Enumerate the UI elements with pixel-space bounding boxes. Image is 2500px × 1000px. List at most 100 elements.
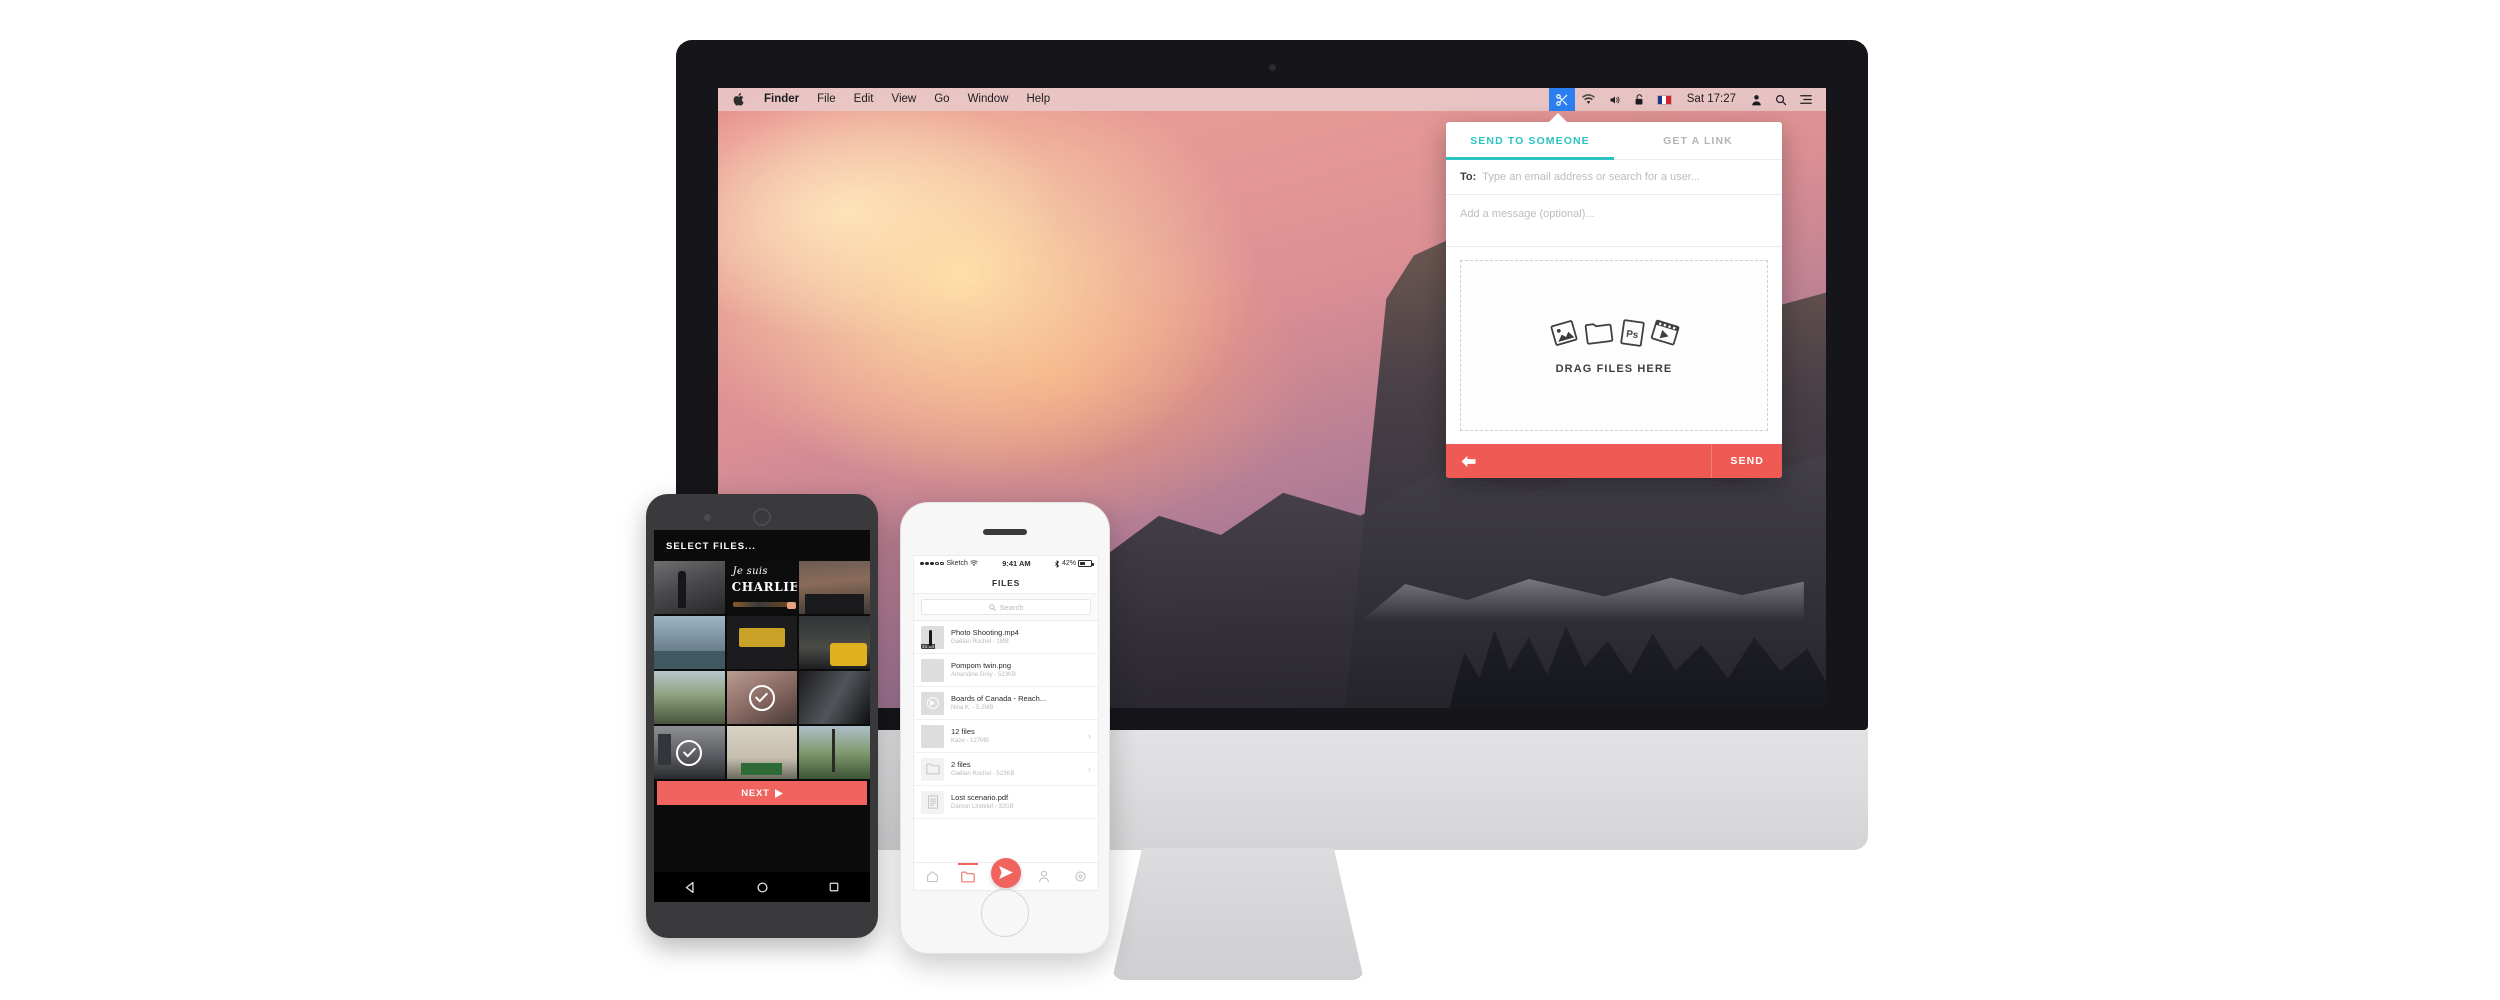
tile-text-line1: Je suis bbox=[732, 566, 768, 577]
android-sensor-icon bbox=[704, 514, 711, 521]
list-item[interactable]: 2 files Gaëtan Rochel - 523KB › bbox=[914, 753, 1098, 786]
tab-files[interactable] bbox=[955, 862, 981, 891]
list-item[interactable]: Boards of Canada - Reach... Nina K. - 5.… bbox=[914, 687, 1098, 720]
iphone-nav-title: FILES bbox=[914, 572, 1098, 594]
message-input[interactable]: Add a message (optional)... bbox=[1446, 195, 1782, 247]
photo-tile[interactable] bbox=[726, 726, 798, 779]
tab-profile[interactable] bbox=[1031, 863, 1057, 891]
photo-tile-selected[interactable] bbox=[654, 726, 725, 779]
photo-tile-selected[interactable] bbox=[726, 671, 798, 724]
folder-icon bbox=[961, 871, 975, 882]
list-item[interactable]: Lost scenario.pdf Damon Lindelof - 32GB bbox=[914, 786, 1098, 819]
android-navbar[interactable] bbox=[654, 872, 870, 902]
menubar-item-view[interactable]: View bbox=[883, 88, 926, 111]
photo-tile[interactable] bbox=[654, 671, 725, 724]
file-subtitle: Kaze - 127MB bbox=[951, 738, 990, 745]
home-icon bbox=[926, 871, 938, 883]
file-subtitle: Gaëtan Rochel - 523KB bbox=[951, 771, 1015, 778]
file-subtitle: Damon Lindelof - 32GB bbox=[951, 804, 1014, 811]
iphone-status-bar: Sketch 9:41 AM 42% bbox=[914, 556, 1098, 572]
menubar-item-edit[interactable]: Edit bbox=[845, 88, 883, 111]
recipient-field-row[interactable]: To: Type an email address or search for … bbox=[1446, 160, 1782, 195]
tab-home[interactable] bbox=[919, 863, 945, 891]
file-thumbnail bbox=[921, 691, 944, 715]
tab-get-a-link[interactable]: GET A LINK bbox=[1614, 122, 1782, 159]
volume-icon[interactable] bbox=[1602, 88, 1627, 111]
search-bar-container[interactable]: Search bbox=[914, 594, 1098, 621]
battery-indicator: 42% bbox=[1055, 559, 1094, 568]
list-item[interactable]: 31:04 Photo Shooting.mp4 Gaëtan Rochel -… bbox=[914, 621, 1098, 654]
file-meta: Lost scenario.pdf Damon Lindelof - 32GB bbox=[951, 793, 1091, 811]
list-item[interactable]: Pompom twin.png Amandine Grey - 523KB bbox=[914, 654, 1098, 687]
user-icon[interactable] bbox=[1745, 88, 1768, 111]
share-popover[interactable]: SEND TO SOMEONE GET A LINK To: Type an e… bbox=[1446, 113, 1782, 478]
imac-stand bbox=[1112, 848, 1364, 980]
imac-camera-icon bbox=[1268, 64, 1276, 71]
tab-settings[interactable] bbox=[1067, 863, 1093, 891]
back-triangle-icon[interactable] bbox=[684, 881, 697, 894]
svg-text:Ps: Ps bbox=[1625, 328, 1639, 341]
dropzone[interactable]: Ps DRAG FILES HERE bbox=[1460, 260, 1768, 431]
menubar-item-file[interactable]: File bbox=[808, 88, 845, 111]
macos-menubar[interactable]: Finder File Edit View Go Window Help Sat… bbox=[718, 88, 1826, 111]
menubar-item-window[interactable]: Window bbox=[959, 88, 1018, 111]
menubar-item-help[interactable]: Help bbox=[1017, 88, 1059, 111]
chevron-right-icon: › bbox=[1088, 731, 1091, 741]
next-button-label: NEXT bbox=[741, 787, 770, 799]
status-time: 9:41 AM bbox=[1002, 559, 1031, 568]
dropzone-icons: Ps bbox=[1549, 317, 1680, 349]
android-display: SELECT FILES... Je suis CHARLIE NEXT bbox=[654, 530, 870, 902]
file-subtitle: Amandine Grey - 523KB bbox=[951, 672, 1017, 679]
search-icon[interactable] bbox=[1769, 88, 1793, 111]
check-icon bbox=[676, 739, 703, 766]
android-bezel: SELECT FILES... Je suis CHARLIE NEXT bbox=[646, 494, 878, 938]
next-button[interactable]: NEXT bbox=[657, 781, 867, 805]
android-device: SELECT FILES... Je suis CHARLIE NEXT bbox=[646, 494, 878, 938]
apple-icon[interactable] bbox=[732, 92, 746, 107]
home-circle-icon[interactable] bbox=[756, 881, 769, 894]
photo-grid[interactable]: Je suis CHARLIE bbox=[654, 561, 870, 779]
iphone-tabbar[interactable] bbox=[914, 857, 1098, 891]
menubar-clock[interactable]: Sat 17:27 bbox=[1679, 88, 1744, 111]
photo-tile[interactable]: Je suis CHARLIE bbox=[726, 561, 798, 614]
wifi-icon[interactable] bbox=[1576, 88, 1601, 111]
menubar-item-finder[interactable]: Finder bbox=[755, 88, 808, 111]
battery-icon bbox=[1078, 560, 1094, 567]
iphone-display: Sketch 9:41 AM 42% FILES Search 31:04 Ph… bbox=[913, 555, 1099, 891]
file-thumbnail bbox=[921, 724, 944, 748]
photo-tile[interactable] bbox=[799, 726, 870, 779]
file-list[interactable]: 31:04 Photo Shooting.mp4 Gaëtan Rochel -… bbox=[914, 621, 1098, 819]
send-button[interactable]: SEND bbox=[1711, 444, 1782, 478]
recipient-input[interactable]: Type an email address or search for a us… bbox=[1482, 171, 1700, 183]
recents-square-icon[interactable] bbox=[828, 881, 840, 893]
search-input[interactable]: Search bbox=[921, 599, 1091, 615]
file-subtitle: Nina K. - 5.2MB bbox=[951, 705, 994, 712]
lock-icon[interactable] bbox=[1628, 88, 1650, 111]
battery-percent: 42% bbox=[1061, 560, 1076, 567]
menubar-status-area[interactable]: Sat 17:27 bbox=[1548, 88, 1818, 111]
notification-center-icon[interactable] bbox=[1794, 88, 1818, 111]
scissors-icon[interactable] bbox=[1548, 88, 1575, 111]
file-thumbnail bbox=[921, 790, 944, 814]
wifi-icon bbox=[969, 560, 978, 567]
photo-tile[interactable] bbox=[654, 616, 725, 669]
chevron-right-icon: › bbox=[1088, 764, 1091, 774]
back-arrow-icon[interactable] bbox=[1446, 455, 1491, 468]
photo-tile[interactable] bbox=[799, 616, 870, 669]
photo-tile[interactable] bbox=[799, 671, 870, 724]
menubar-item-go[interactable]: Go bbox=[925, 88, 958, 111]
gear-icon bbox=[1074, 871, 1086, 882]
french-flag-icon[interactable] bbox=[1651, 88, 1678, 111]
image-file-icon bbox=[1550, 319, 1577, 346]
photo-tile[interactable] bbox=[726, 616, 798, 669]
send-fab-button[interactable] bbox=[991, 857, 1021, 888]
play-arrow-icon bbox=[774, 788, 783, 798]
iphone-home-button[interactable] bbox=[981, 889, 1029, 937]
photo-tile[interactable] bbox=[654, 561, 725, 614]
list-item[interactable]: 12 files Kaze - 127MB › bbox=[914, 720, 1098, 753]
photo-tile[interactable] bbox=[799, 561, 870, 614]
video-duration-badge: 31:04 bbox=[921, 643, 936, 649]
tab-send-to-someone[interactable]: SEND TO SOMEONE bbox=[1446, 122, 1614, 160]
popover-tabs[interactable]: SEND TO SOMEONE GET A LINK bbox=[1446, 122, 1782, 160]
file-name: Boards of Canada - Reach... bbox=[951, 693, 1047, 703]
